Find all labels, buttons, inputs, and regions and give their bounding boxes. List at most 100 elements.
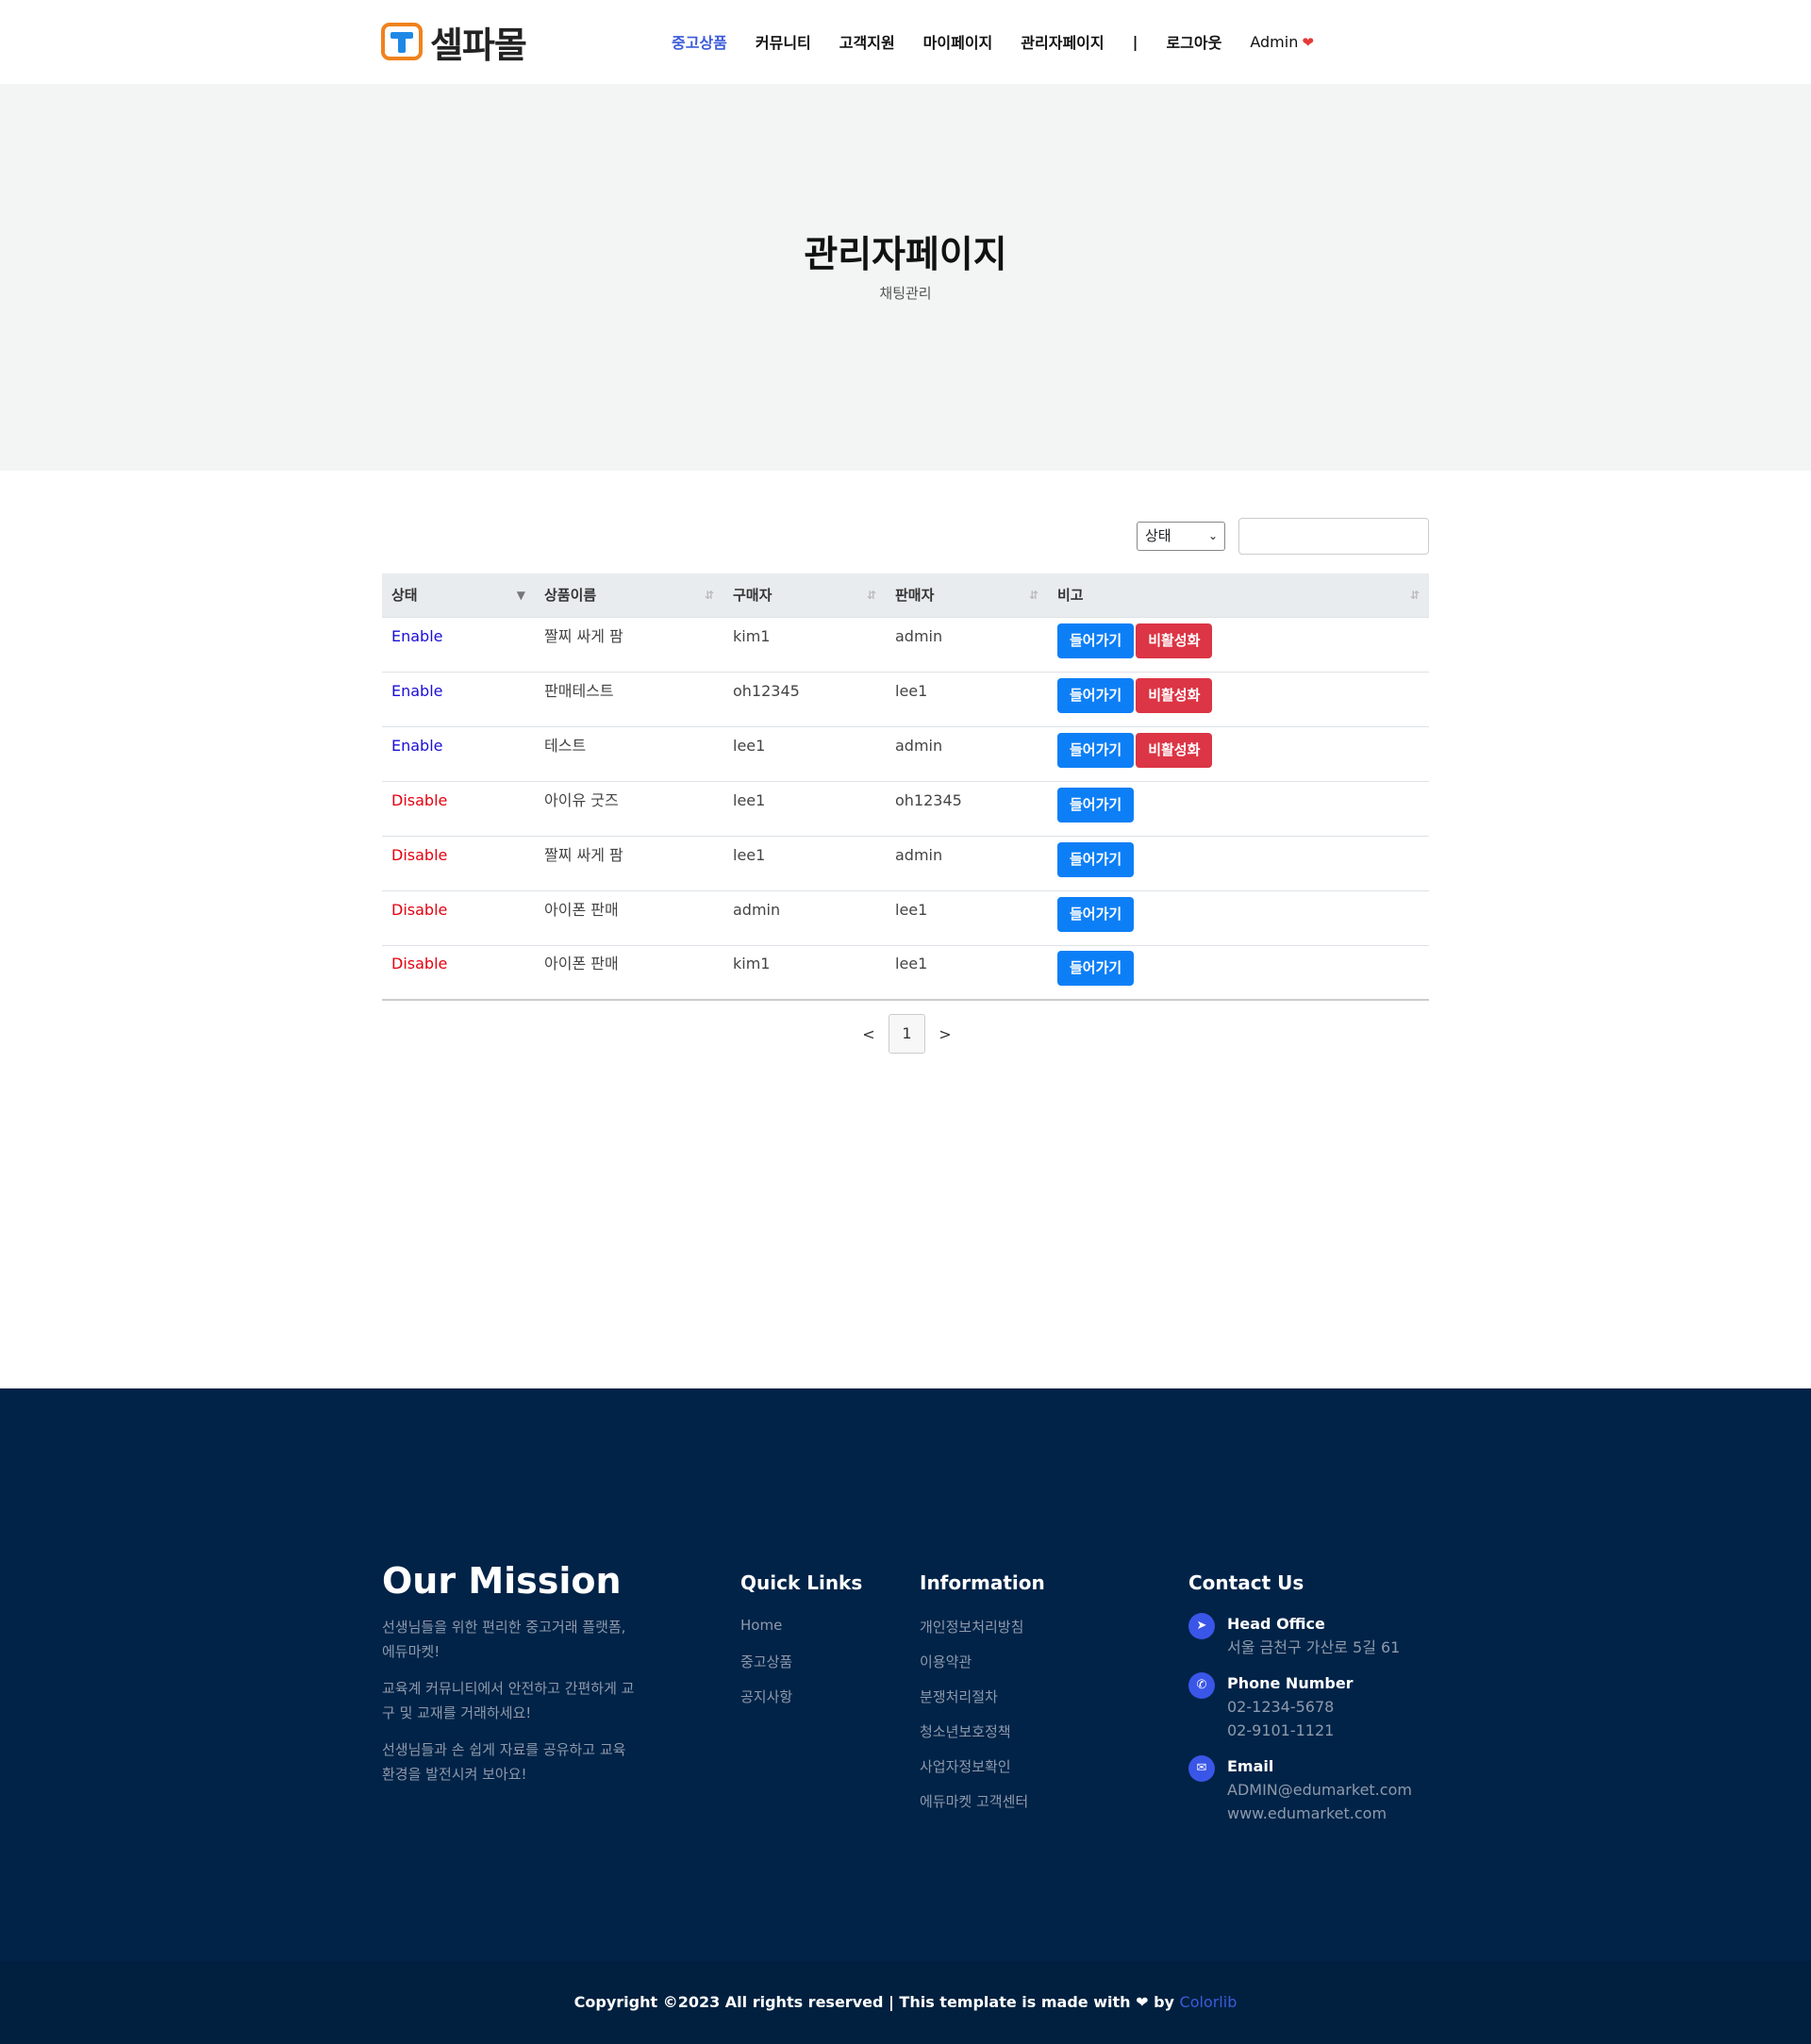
- sort-icon: ⇵: [1409, 588, 1420, 602]
- footer-link-home[interactable]: Home: [740, 1617, 862, 1652]
- column-header-buyer[interactable]: 구매자 ⇵: [723, 573, 886, 618]
- table-row: Disable 아이폰 판매 admin lee1 들어가기: [382, 891, 1429, 946]
- row-status: Disable: [391, 955, 448, 972]
- enter-chat-button[interactable]: 들어가기: [1057, 896, 1135, 932]
- row-actions: 들어가기: [1048, 782, 1429, 837]
- nav-item-admin-page[interactable]: 관리자페이지: [1021, 30, 1104, 53]
- logo[interactable]: 셀파몰: [381, 21, 527, 66]
- footer-link-dispute[interactable]: 분쟁처리절차: [920, 1687, 1045, 1721]
- row-seller: lee1: [895, 681, 928, 700]
- pagination-prev[interactable]: <: [849, 1025, 889, 1043]
- nav-item-logout[interactable]: 로그아웃: [1166, 30, 1221, 53]
- table-row: Enable 판매테스트 oh12345 lee1 들어가기 비활성화: [382, 673, 1429, 727]
- contact-phone-number[interactable]: 02-1234-5678: [1227, 1695, 1354, 1719]
- row-product-name: 아이폰 판매: [544, 900, 619, 919]
- heart-icon: ❤: [1302, 33, 1314, 51]
- search-input[interactable]: [1238, 518, 1429, 555]
- sort-icon: ⇵: [866, 588, 876, 602]
- footer-link-youth-policy[interactable]: 청소년보호정책: [920, 1721, 1045, 1756]
- table-row: Disable 아이유 굿즈 lee1 oh12345 들어가기: [382, 782, 1429, 837]
- chevron-down-icon: ⌄: [1207, 529, 1218, 542]
- table-header: 상태 ▼ 상품이름 ⇵ 구매자 ⇵ 판매자 ⇵ 비고 ⇵: [382, 573, 1429, 618]
- row-seller: lee1: [895, 955, 928, 972]
- row-seller: lee1: [895, 900, 928, 919]
- disable-chat-button[interactable]: 비활성화: [1136, 623, 1213, 658]
- nav-item-mypage[interactable]: 마이페이지: [923, 30, 993, 53]
- row-status: Enable: [391, 626, 443, 645]
- row-status: Disable: [391, 845, 448, 864]
- row-product-name: 테스트: [544, 736, 587, 755]
- row-buyer: oh12345: [733, 681, 800, 700]
- copyright-bar: Copyright ©2023 All rights reserved | Th…: [0, 1961, 1811, 2044]
- location-arrow-icon: ➤: [1188, 1613, 1215, 1639]
- footer-quick-links-title: Quick Links: [740, 1571, 863, 1594]
- colorlib-link[interactable]: Colorlib: [1180, 1993, 1238, 2011]
- enter-chat-button[interactable]: 들어가기: [1057, 841, 1135, 877]
- page-subtitle: 채팅관리: [879, 285, 932, 302]
- footer-link-used-goods[interactable]: 중고상품: [740, 1652, 862, 1687]
- row-status: Enable: [391, 681, 443, 700]
- footer-mission: Our Mission 선생님들을 위한 편리한 중고거래 플랫폼, 에듀마켓!…: [382, 1560, 637, 1799]
- enter-chat-button[interactable]: 들어가기: [1057, 623, 1135, 658]
- contact-email-address[interactable]: ADMIN@edumarket.com: [1227, 1778, 1412, 1802]
- contact-phone-number[interactable]: 02-9101-1121: [1227, 1719, 1354, 1742]
- status-filter-value: 상태: [1145, 527, 1171, 544]
- footer-information-title: Information: [920, 1571, 1045, 1594]
- column-header-seller[interactable]: 판매자 ⇵: [886, 573, 1048, 618]
- footer-link-notice[interactable]: 공지사항: [740, 1687, 862, 1721]
- phone-icon: ✆: [1188, 1672, 1215, 1699]
- enter-chat-button[interactable]: 들어가기: [1057, 787, 1135, 823]
- enter-chat-button[interactable]: 들어가기: [1057, 732, 1135, 768]
- row-buyer: kim1: [733, 955, 771, 972]
- status-filter-select[interactable]: 상태 ⌄: [1137, 522, 1225, 551]
- nav-separator: |: [1132, 32, 1138, 51]
- enter-chat-button[interactable]: 들어가기: [1057, 677, 1135, 713]
- footer-mission-text: 선생님들과 손 쉽게 자료를 공유하고 교육 환경을 발전시켜 보아요!: [382, 1741, 626, 1783]
- footer-contact: Contact Us ➤ Head Office 서울 금천구 가산로 5길 6…: [1188, 1571, 1412, 1838]
- table-row: Disable 짤찌 싸게 팜 lee1 admin 들어가기: [382, 837, 1429, 891]
- column-header-label: 구매자: [733, 586, 773, 604]
- row-actions: 들어가기 비활성화: [1048, 673, 1429, 727]
- footer-quick-links: Quick Links Home 중고상품 공지사항: [740, 1571, 862, 1721]
- footer-link-terms[interactable]: 이용약관: [920, 1652, 1045, 1687]
- footer-contact-title: Contact Us: [1188, 1571, 1304, 1594]
- nav-item-support[interactable]: 고객지원: [839, 30, 895, 53]
- row-product-name: 짤찌 싸게 팜: [544, 845, 623, 864]
- row-actions: 들어가기 비활성화: [1048, 727, 1429, 782]
- nav-item-used-goods[interactable]: 중고상품: [672, 30, 727, 53]
- contact-address: 서울 금천구 가산로 5길 61: [1227, 1638, 1401, 1656]
- nav-item-community[interactable]: 커뮤니티: [756, 30, 811, 53]
- pagination-next[interactable]: >: [925, 1025, 965, 1043]
- contact-label: Email: [1227, 1757, 1274, 1775]
- footer: [0, 1388, 1811, 1961]
- sort-icon: ⇵: [704, 588, 714, 602]
- row-seller: admin: [895, 626, 943, 645]
- column-header-product[interactable]: 상품이름 ⇵: [535, 573, 723, 618]
- contact-website[interactable]: www.edumarket.com: [1227, 1802, 1412, 1825]
- copyright-text: Copyright ©2023 All rights reserved | Th…: [573, 1993, 1131, 2011]
- column-header-status[interactable]: 상태 ▼: [382, 573, 535, 618]
- sort-icon: ▼: [516, 588, 525, 602]
- row-buyer: lee1: [733, 736, 766, 755]
- disable-chat-button[interactable]: 비활성화: [1136, 677, 1213, 713]
- footer-link-business-info[interactable]: 사업자정보확인: [920, 1756, 1045, 1791]
- nav-item-user[interactable]: Admin ❤: [1250, 33, 1342, 51]
- column-header-label: 판매자: [895, 586, 935, 604]
- column-header-note[interactable]: 비고 ⇵: [1048, 573, 1429, 618]
- row-actions: 들어가기 비활성화: [1048, 618, 1429, 673]
- footer-mission-text: 선생님들을 위한 편리한 중고거래 플랫폼, 에듀마켓!: [382, 1619, 626, 1660]
- column-header-label: 비고: [1057, 586, 1084, 604]
- envelope-icon: ✉: [1188, 1755, 1215, 1782]
- pagination-page-current[interactable]: 1: [889, 1014, 925, 1054]
- enter-chat-button[interactable]: 들어가기: [1057, 951, 1135, 986]
- footer-mission-title: Our Mission: [382, 1560, 622, 1602]
- footer-link-privacy[interactable]: 개인정보처리방침: [920, 1617, 1045, 1652]
- page-title: 관리자페이지: [804, 234, 1007, 276]
- table-row: Enable 짤찌 싸게 팜 kim1 admin 들어가기 비활성화: [382, 618, 1429, 673]
- disable-chat-button[interactable]: 비활성화: [1136, 732, 1213, 768]
- main-nav: 중고상품 커뮤니티 고객지원 마이페이지 관리자페이지 | 로그아웃 Admin…: [672, 30, 1371, 53]
- footer-link-customer-center[interactable]: 에듀마켓 고객센터: [920, 1791, 1045, 1826]
- contact-email: ✉ Email ADMIN@edumarket.com www.edumarke…: [1188, 1755, 1412, 1825]
- header: 셀파몰 중고상품 커뮤니티 고객지원 마이페이지 관리자페이지 | 로그아웃 A…: [0, 0, 1811, 84]
- column-header-label: 상태: [391, 586, 418, 604]
